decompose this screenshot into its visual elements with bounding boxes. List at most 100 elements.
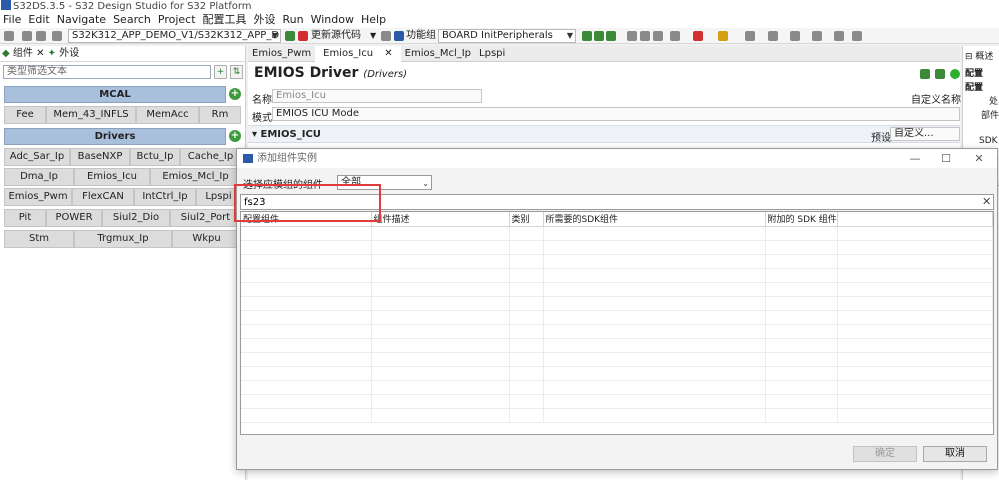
- table-cell: [241, 380, 372, 395]
- table-cell: [765, 226, 838, 241]
- component-fee[interactable]: Fee: [4, 106, 46, 124]
- ok-button[interactable]: 确定: [853, 446, 917, 462]
- tab-emios-icu[interactable]: Emios_Icu ✕: [315, 46, 401, 62]
- drivers-section-header[interactable]: Drivers: [4, 128, 226, 145]
- preset-select[interactable]: 自定义...: [890, 127, 960, 141]
- table-cell: [509, 352, 544, 367]
- menu-search[interactable]: Search: [110, 12, 155, 28]
- close-icon[interactable]: ✕: [36, 48, 44, 59]
- back-icon[interactable]: [768, 31, 778, 41]
- component-cache-ip[interactable]: Cache_Ip: [180, 148, 241, 166]
- toolbar-icon[interactable]: [745, 31, 755, 41]
- filter-input[interactable]: 类型筛选文本: [3, 65, 211, 79]
- update-code-button[interactable]: 更新源代码: [311, 29, 361, 43]
- component-siul2-dio[interactable]: Siul2_Dio: [102, 209, 170, 227]
- peripherals-tool-icon[interactable]: [606, 31, 616, 41]
- update-dropdown-icon[interactable]: ▼: [370, 29, 376, 43]
- tab-components[interactable]: 组件: [13, 48, 33, 59]
- menu-edit[interactable]: Edit: [25, 12, 53, 28]
- menu-config-tools[interactable]: 配置工具: [200, 12, 251, 28]
- emios-icu-section-title[interactable]: ▾ EMIOS_ICU: [252, 129, 321, 140]
- menu-window[interactable]: Window: [308, 12, 358, 28]
- close-icon[interactable]: ✕: [380, 46, 396, 62]
- add-filter-icon[interactable]: +: [214, 65, 227, 79]
- warning-icon[interactable]: [298, 31, 308, 41]
- component-mem-43-infls[interactable]: Mem_43_INFLS: [46, 106, 136, 124]
- results-table[interactable]: 配置组件 组件描述 类别 所需要的SDK组件 附加的 SDK 组件: [240, 211, 994, 435]
- component-siul2-port[interactable]: Siul2_Port: [170, 209, 241, 227]
- toolbar-icon[interactable]: [640, 31, 650, 41]
- component-power[interactable]: POWER: [46, 209, 102, 227]
- component-flexcan[interactable]: FlexCAN: [72, 188, 134, 206]
- tab-overview[interactable]: ⊟ 概述: [965, 49, 993, 62]
- menu-peripherals[interactable]: 外设: [251, 12, 280, 28]
- toolbar-icon[interactable]: [812, 31, 822, 41]
- component-rm[interactable]: Rm: [199, 106, 241, 124]
- lock-icon[interactable]: [935, 69, 945, 79]
- component-adc-sar-ip[interactable]: Adc_Sar_Ip: [4, 148, 70, 166]
- cancel-button[interactable]: 取消: [923, 446, 987, 462]
- function-group-select[interactable]: BOARD InitPeripherals ▼: [438, 29, 576, 43]
- component-pit[interactable]: Pit: [4, 209, 46, 227]
- column-category[interactable]: 类别: [509, 212, 544, 227]
- minimize-icon[interactable]: —: [900, 149, 930, 168]
- debug-icon[interactable]: [693, 31, 703, 41]
- close-icon[interactable]: ✕: [964, 149, 994, 168]
- table-cell: [509, 324, 544, 339]
- build-icon[interactable]: [52, 31, 62, 41]
- component-memacc[interactable]: MemAcc: [136, 106, 199, 124]
- project-selector[interactable]: S32K312_APP_DEMO_V1/S32K312_APP_DEMO ▼: [68, 29, 281, 43]
- component-emios-icu[interactable]: Emios_Icu: [74, 168, 150, 186]
- maximize-icon[interactable]: ☐: [931, 149, 961, 168]
- toolbar-icon[interactable]: [627, 31, 637, 41]
- overview-item[interactable]: 配置: [965, 66, 983, 79]
- tab-peripherals[interactable]: 外设: [59, 48, 79, 59]
- toolbar-icon[interactable]: [852, 31, 862, 41]
- overview-item[interactable]: 配置: [965, 80, 983, 93]
- toolbar-icon[interactable]: [670, 31, 680, 41]
- save-all-icon[interactable]: [36, 31, 46, 41]
- document-icon[interactable]: [381, 31, 391, 41]
- home-icon[interactable]: [285, 31, 295, 41]
- component-doc-icon[interactable]: [920, 69, 930, 79]
- enable-toggle[interactable]: [950, 69, 960, 79]
- save-icon[interactable]: [22, 31, 32, 41]
- tab-emios-mcl-ip[interactable]: Emios_Mcl_Ip: [401, 46, 475, 62]
- light-icon[interactable]: [718, 31, 728, 41]
- menu-help[interactable]: Help: [358, 12, 390, 28]
- tab-emios-pwm[interactable]: Emios_Pwm: [248, 46, 315, 62]
- component-basenxp[interactable]: BaseNXP: [70, 148, 130, 166]
- toolbar-icon[interactable]: [834, 31, 844, 41]
- clocks-tool-icon[interactable]: [594, 31, 604, 41]
- forward-icon[interactable]: [790, 31, 800, 41]
- new-icon[interactable]: [4, 31, 14, 41]
- component-dma-ip[interactable]: Dma_Ip: [4, 168, 74, 186]
- name-field[interactable]: Emios_Icu: [272, 89, 482, 103]
- column-component-description[interactable]: 组件描述: [371, 212, 510, 227]
- component-stm[interactable]: Stm: [4, 230, 74, 248]
- menu-project[interactable]: Project: [155, 12, 200, 28]
- column-additional-sdk[interactable]: 附加的 SDK 组件: [765, 212, 838, 227]
- component-emios-pwm[interactable]: Emios_Pwm: [4, 188, 72, 206]
- column-required-sdk[interactable]: 所需要的SDK组件: [543, 212, 766, 227]
- table-row: [241, 324, 993, 339]
- sort-icon[interactable]: ⇅: [230, 65, 243, 79]
- table-cell: [371, 296, 510, 311]
- menu-run[interactable]: Run: [280, 12, 308, 28]
- menu-file[interactable]: File: [0, 12, 25, 28]
- function-group-label: 功能组: [406, 30, 436, 41]
- mcal-section-header[interactable]: MCAL: [4, 86, 226, 103]
- component-bctu-ip[interactable]: Bctu_Ip: [130, 148, 180, 166]
- component-intctrl-ip[interactable]: IntCtrl_Ip: [134, 188, 196, 206]
- component-trgmux-ip[interactable]: Trgmux_Ip: [74, 230, 172, 248]
- component-wkpu[interactable]: Wkpu: [172, 230, 241, 248]
- pins-tool-icon[interactable]: [582, 31, 592, 41]
- toolbar-icon[interactable]: [653, 31, 663, 41]
- tab-lpspi[interactable]: Lpspi: [475, 46, 509, 62]
- clear-search-icon[interactable]: ✕: [982, 195, 991, 208]
- add-mcal-icon[interactable]: +: [229, 88, 241, 100]
- menu-navigate[interactable]: Navigate: [54, 12, 110, 28]
- add-driver-icon[interactable]: +: [229, 130, 241, 142]
- mode-select[interactable]: EMIOS ICU Mode: [272, 107, 960, 121]
- component-emios-mcl-ip[interactable]: Emios_Mcl_Ip: [150, 168, 241, 186]
